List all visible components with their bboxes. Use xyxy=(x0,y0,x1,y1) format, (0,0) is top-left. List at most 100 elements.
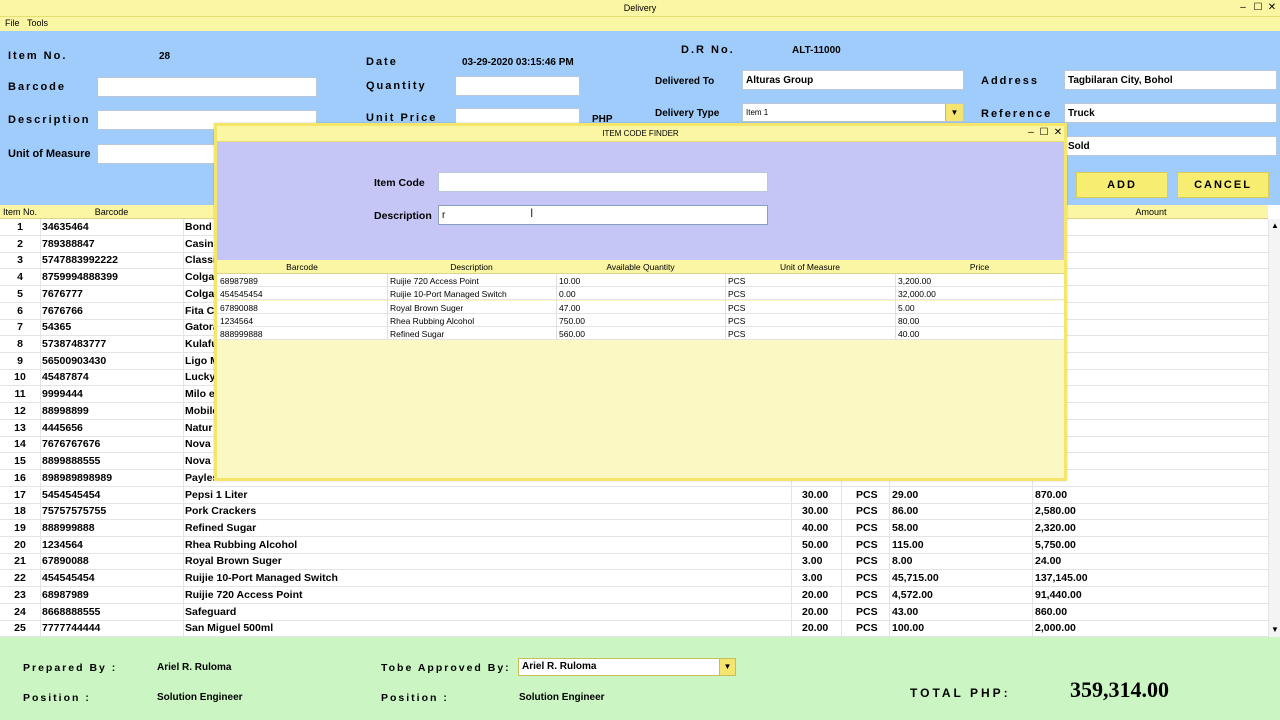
cell-amount: .00 xyxy=(1035,238,1265,250)
finder-table-row[interactable]: 454545454 Ruijie 10-Port Managed Switch 0.… xyxy=(217,287,1064,301)
cell-uom: PCS xyxy=(856,588,878,601)
reference-input[interactable]: Truck xyxy=(1064,103,1277,123)
cell-amount: 860.00 xyxy=(1035,605,1068,618)
cell-uom: PCS xyxy=(856,538,878,551)
cell-amount: .00 xyxy=(1035,338,1265,350)
finder-cell-uom: PCS xyxy=(728,289,746,300)
menu-tools[interactable]: Tools xyxy=(27,18,48,28)
finder-table-row[interactable]: 888999888 Refined Sugar 560.00 PCS 40.00 xyxy=(217,327,1064,341)
maximize-icon[interactable]: ☐ xyxy=(1251,2,1265,14)
finder-cell-qty: 10.00 xyxy=(559,276,581,286)
quantity-input[interactable] xyxy=(455,76,580,96)
cell-amount: 5,750.00 xyxy=(1035,538,1076,551)
minimize-icon[interactable]: – xyxy=(1236,2,1250,14)
maximize-icon[interactable]: ☐ xyxy=(1037,127,1051,139)
finder-cell-uom: PCS xyxy=(728,329,746,340)
table-row[interactable]: 23 68987989 Ruijie 720 Access Point 20.00 PC… xyxy=(0,587,1268,604)
finder-cell-qty: 560.00 xyxy=(559,329,585,340)
finder-description-input[interactable]: r xyxy=(438,205,768,225)
barcode-input[interactable] xyxy=(97,77,317,97)
finder-cell-uom: PCS xyxy=(728,302,746,313)
cell-amount: .00 xyxy=(1035,405,1265,417)
delivered-to-input[interactable]: Alturas Group xyxy=(742,70,964,90)
col-finder-barcode[interactable]: Barcode xyxy=(217,262,387,272)
table-row[interactable]: 21 67890088 Royal Brown Suger 3.00 PCS 8.00 24… xyxy=(0,553,1268,571)
cell-uom: PCS xyxy=(856,521,878,534)
item-code-input[interactable] xyxy=(438,172,768,192)
finder-cell-qty: 750.00 xyxy=(559,315,585,326)
cell-qty: 20.00 xyxy=(802,605,829,618)
cell-no: 10 xyxy=(14,371,26,384)
finder-cell-description: Ruijie 720 Access Point xyxy=(390,276,479,286)
cell-uom: PCS xyxy=(856,555,878,568)
cancel-button[interactable]: CANCEL xyxy=(1177,172,1269,198)
finder-cell-price: 40.00 xyxy=(898,329,920,340)
cell-price: 115.00 xyxy=(892,538,924,551)
cell-amount: .00 xyxy=(1035,305,1265,317)
col-finder-uom[interactable]: Unit of Measure xyxy=(725,262,895,272)
status-input[interactable]: Sold xyxy=(1064,136,1277,156)
cell-barcode: 8668888555 xyxy=(42,605,101,618)
table-row[interactable]: 22 454545454 Ruijie 10-Port Managed Switch… xyxy=(0,570,1268,588)
cell-barcode: 7777744444 xyxy=(42,622,101,635)
delivery-type-select[interactable]: Item 1 ▼ xyxy=(742,103,964,122)
cell-no: 7 xyxy=(17,321,23,334)
col-item-no[interactable]: Item No. xyxy=(0,207,40,217)
col-finder-qty[interactable]: Available Quantity xyxy=(556,262,725,272)
cell-barcode: 68987989 xyxy=(42,588,89,601)
chevron-down-icon[interactable]: ▼ xyxy=(719,659,735,675)
cell-qty: 50.00 xyxy=(802,538,829,551)
menu-file[interactable]: File xyxy=(5,18,20,28)
prepared-by-value: Ariel R. Ruloma xyxy=(157,662,232,673)
cell-desc: Pork Crackers xyxy=(185,505,257,518)
scroll-down-icon[interactable]: ▼ xyxy=(1269,625,1280,634)
finder-table-row[interactable]: 67890088 Royal Brown Suger 47.00 PCS 5.00 xyxy=(217,300,1064,314)
table-row[interactable]: 18 75757575755 Pork Crackers 30.00 PCS 86.00 2… xyxy=(0,503,1268,521)
finder-table-row[interactable]: 1234564 Rhea Rubbing Alcohol 750.00 PCS 80.0… xyxy=(217,313,1064,327)
col-finder-price[interactable]: Price xyxy=(895,262,1064,272)
col-barcode[interactable]: Barcode xyxy=(40,207,183,217)
delivered-to-label: Delivered To xyxy=(655,76,715,87)
cell-price: 43.00 xyxy=(892,605,919,618)
cell-no: 1 xyxy=(17,221,23,233)
col-finder-description[interactable]: Description xyxy=(387,262,556,272)
cell-barcode: 454545454 xyxy=(42,572,95,585)
close-icon[interactable]: ✕ xyxy=(1051,127,1065,139)
close-icon[interactable]: ✕ xyxy=(1265,2,1279,14)
finder-cell-price: 3,200.00 xyxy=(898,276,932,286)
table-row[interactable]: 19 888999888 Refined Sugar 40.00 PCS 58.00 2,3… xyxy=(0,520,1268,537)
finder-table-row[interactable]: 68987989 Ruijie 720 Access Point 10.00 PCS 3… xyxy=(217,274,1064,287)
scroll-up-icon[interactable]: ▲ xyxy=(1269,221,1280,230)
finder-cell-qty: 0.00 xyxy=(559,289,576,300)
approved-by-value: Ariel R. Ruloma xyxy=(522,661,597,672)
item-code-label: Item Code xyxy=(374,177,425,189)
cell-no: 12 xyxy=(14,404,26,417)
chevron-down-icon[interactable]: ▼ xyxy=(945,104,963,121)
table-row[interactable]: 24 8668888555 Safeguard 20.00 PCS 43.00 860.00 xyxy=(0,604,1268,621)
cell-desc: Pepsi 1 Liter xyxy=(185,488,248,501)
cell-uom: PCS xyxy=(856,605,878,618)
minimize-icon[interactable]: – xyxy=(1024,127,1038,139)
table-scrollbar[interactable]: ▲ ▼ xyxy=(1268,219,1280,637)
table-row[interactable]: 20 1234564 Rhea Rubbing Alcohol 50.00 PCS 115… xyxy=(0,537,1268,554)
table-row[interactable]: 25 7777744444 San Miguel 500ml 20.00 PCS 100.… xyxy=(0,620,1268,638)
address-input[interactable]: Tagbilaran City, Bohol xyxy=(1064,70,1277,90)
cell-no: 17 xyxy=(14,488,26,501)
cell-qty: 3.00 xyxy=(802,555,823,568)
reference-label: Reference xyxy=(981,108,1053,120)
cell-barcode: 8759994888399 xyxy=(42,271,118,284)
cell-uom: PCS xyxy=(856,488,878,501)
table-row[interactable]: 17 5454545454 Pepsi 1 Liter 30.00 PCS 29.00 87… xyxy=(0,487,1268,504)
col-amount[interactable]: Amount xyxy=(1034,207,1268,217)
item-no-label: Item No. xyxy=(8,50,68,62)
cell-uom: PCS xyxy=(856,622,878,635)
cell-no: 16 xyxy=(14,471,26,484)
cell-desc: San Miguel 500ml xyxy=(185,622,274,635)
barcode-label: Barcode xyxy=(8,81,67,93)
add-button[interactable]: ADD xyxy=(1076,172,1168,198)
date-value: 03-29-2020 03:15:46 PM xyxy=(462,57,574,68)
cell-desc: Refined Sugar xyxy=(185,521,257,534)
approved-by-select[interactable]: Ariel R. Ruloma ▼ xyxy=(518,658,736,676)
cell-no: 5 xyxy=(17,287,23,300)
text-cursor-icon: I xyxy=(530,206,534,220)
